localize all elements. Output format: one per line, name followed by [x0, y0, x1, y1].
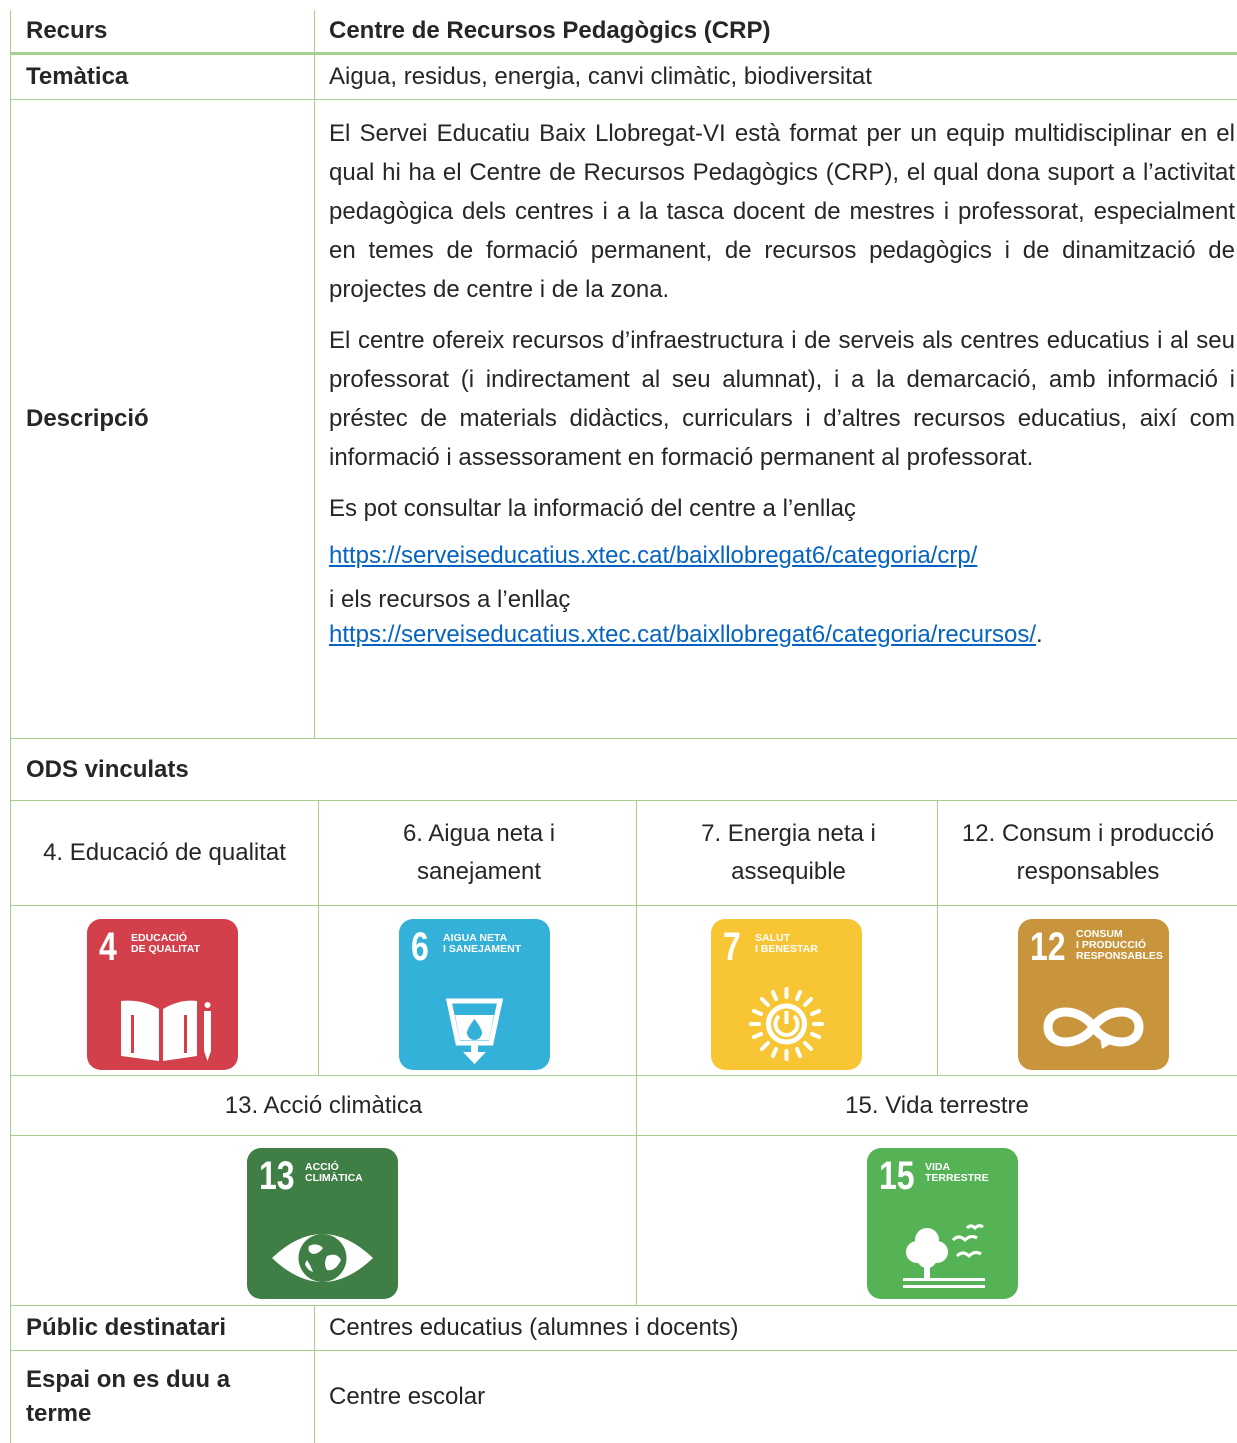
water-drop-icon [445, 998, 504, 1064]
link-line-2: https://serveiseducatius.xtec.cat/baixll… [329, 617, 1235, 653]
sdg-15-icon: 15 VIDA TERRESTRE [867, 1148, 1018, 1299]
crp-link[interactable]: https://serveiseducatius.xtec.cat/baixll… [329, 542, 977, 569]
ods-name-6: 6. Aigua neta i sanejament [402, 820, 556, 885]
sdg-7-icon: 7 SALUT I BENESTAR [711, 919, 862, 1070]
ods-name-15: 15. Vida terrestre [845, 1091, 1029, 1119]
header-row: Recurs Centre de Recursos Pedagògics (CR… [10, 10, 1237, 55]
book-pencil-icon [121, 1000, 211, 1061]
sdg-4-icon: 4 EDUCACIÓ DE QUALITAT [87, 919, 238, 1070]
ods-name-4: 4. Educació de qualitat [43, 839, 286, 866]
ods-name-7: 7. Energia neta i assequible [701, 820, 876, 885]
ods-names-row-1: 4. Educació de qualitat 6. Aigua neta i … [10, 801, 1237, 906]
header-label: Recurs [26, 17, 108, 44]
link-line-1: https://serveiseducatius.xtec.cat/baixll… [329, 536, 1235, 575]
tree-birds-icon [903, 1224, 985, 1288]
recursos-link[interactable]: https://serveiseducatius.xtec.cat/baixll… [329, 621, 1036, 648]
ods-name-13: 13. Acció climàtica [224, 1091, 423, 1119]
tematica-row: Temàtica Aigua, residus, energia, canvi … [10, 55, 1237, 100]
ods-names-row-2: 13. Acció climàtica 15. Vida terrestre [10, 1076, 1237, 1136]
descripcio-paragraph-1: El Servei Educatiu Baix Llobregat-VI est… [329, 120, 1235, 303]
public-row: Públic destinatari Centres educatius (al… [10, 1306, 1237, 1351]
espai-value: Centre escolar [329, 1383, 486, 1410]
sdg-13-icon: 13 ACCIÓ CLIMÀTICA [247, 1148, 398, 1299]
ods-label-row: ODS vinculats [10, 739, 1237, 801]
espai-row: Espai on es duu a terme Centre escolar [10, 1351, 1237, 1443]
ods-icons-row-2: 13 ACCIÓ CLIMÀTICA 15 VIDA TERRESTRE [10, 1136, 1237, 1306]
descripcio-label: Descripció [26, 405, 149, 432]
public-value: Centres educatius (alumnes i docents) [329, 1314, 739, 1341]
descripcio-paragraph-4: i els recursos a l’enllaç [329, 586, 571, 613]
link-suffix: . [1036, 621, 1043, 648]
espai-label: Espai on es duu a terme [26, 1366, 231, 1427]
ods-label: ODS vinculats [26, 755, 189, 783]
descripcio-content: El Servei Educatiu Baix Llobregat-VI est… [329, 114, 1235, 738]
sdg-12-icon: 12 CONSUM I PRODUCCIÓ RESPONSABLES [1018, 919, 1169, 1070]
descripcio-paragraph-3: Es pot consultar la informació del centr… [329, 495, 856, 522]
sdg-6-icon: 6 AIGUA NETA I SANEJAMENT [399, 919, 550, 1070]
tematica-value: Aigua, residus, energia, canvi climàtic,… [329, 63, 872, 90]
eye-globe-icon [272, 1234, 373, 1282]
ods-icons-row-1: 4 EDUCACIÓ DE QUALITAT 6 AIGUA NETA I SANE… [10, 906, 1237, 1076]
descripcio-row: Descripció El Servei Educatiu Baix Llobr… [10, 100, 1237, 739]
descripcio-paragraph-2: El centre ofereix recursos d’infraestruc… [329, 327, 1235, 471]
sun-power-icon [749, 987, 824, 1061]
public-label: Públic destinatari [26, 1314, 227, 1341]
header-value: Centre de Recursos Pedagògics (CRP) [329, 17, 771, 44]
infinity-icon [1043, 1007, 1144, 1049]
ods-name-12: 12. Consum i producció responsables [961, 820, 1215, 885]
tematica-label: Temàtica [26, 63, 129, 90]
